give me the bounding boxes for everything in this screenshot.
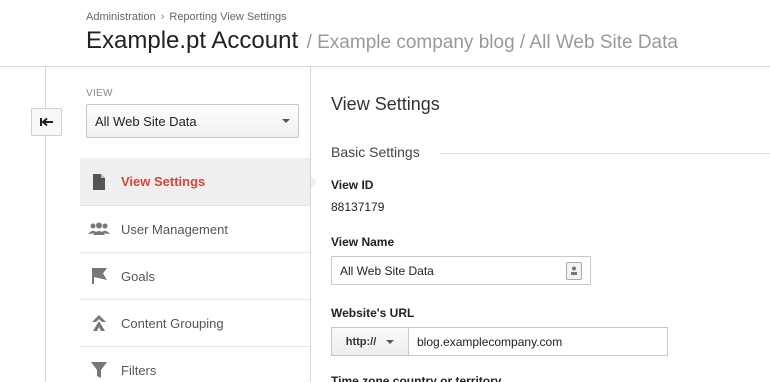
section-title: Basic Settings bbox=[331, 144, 420, 160]
breadcrumb: Administration › Reporting View Settings bbox=[86, 11, 287, 23]
back-arrow-icon bbox=[39, 117, 53, 127]
sidebar-item-label: Filters bbox=[121, 362, 157, 378]
view-name-value: All Web Site Data bbox=[340, 263, 434, 278]
sidebar-item-content-grouping[interactable]: Content Grouping bbox=[80, 299, 310, 346]
property-view-path: / Example company blog / All Web Site Da… bbox=[306, 32, 678, 53]
view-select-dropdown[interactable]: All Web Site Data bbox=[86, 104, 299, 138]
website-url-label: Website's URL bbox=[331, 306, 415, 320]
sidebar-item-label: Goals bbox=[121, 268, 155, 284]
sidebar-item-label: User Management bbox=[121, 221, 228, 237]
website-url-field[interactable]: blog.examplecompany.com bbox=[409, 327, 668, 356]
users-icon bbox=[88, 218, 110, 240]
sidebar-item-user-management[interactable]: User Management bbox=[80, 205, 310, 252]
contact-card-icon[interactable] bbox=[566, 261, 582, 280]
account-name: Example.pt Account bbox=[86, 27, 299, 54]
chevron-down-icon bbox=[282, 119, 290, 123]
view-label: VIEW bbox=[86, 88, 113, 99]
side-nav: View Settings User Management Goals Cont… bbox=[80, 158, 317, 382]
flag-icon bbox=[88, 265, 110, 287]
website-url-value: blog.examplecompany.com bbox=[417, 334, 563, 349]
back-button[interactable] bbox=[31, 108, 62, 136]
view-name-label: View Name bbox=[331, 235, 395, 249]
sidebar-item-view-settings[interactable]: View Settings bbox=[80, 158, 317, 205]
content-divider bbox=[310, 67, 311, 382]
page-title: Example.pt Account / Example company blo… bbox=[86, 27, 678, 55]
main-title: View Settings bbox=[331, 94, 440, 114]
filter-icon bbox=[88, 359, 110, 381]
content-grouping-icon bbox=[88, 312, 110, 334]
view-id-label: View ID bbox=[331, 178, 374, 192]
sidebar-item-filters[interactable]: Filters bbox=[80, 346, 310, 382]
protocol-select-dropdown[interactable]: http:// bbox=[331, 327, 409, 356]
breadcrumb-separator: › bbox=[160, 11, 165, 23]
page-header: Administration › Reporting View Settings… bbox=[0, 0, 770, 67]
breadcrumb-reporting-view-settings[interactable]: Reporting View Settings bbox=[169, 11, 286, 23]
time-zone-label: Time zone country or territory bbox=[331, 374, 502, 382]
protocol-value: http:// bbox=[345, 335, 377, 348]
breadcrumb-administration[interactable]: Administration bbox=[86, 11, 156, 23]
sidebar-item-goals[interactable]: Goals bbox=[80, 252, 310, 299]
section-divider bbox=[440, 153, 770, 154]
document-icon bbox=[88, 171, 110, 193]
chevron-down-icon bbox=[386, 339, 395, 344]
view-name-field[interactable]: All Web Site Data bbox=[331, 256, 591, 285]
view-select-value: All Web Site Data bbox=[95, 113, 197, 129]
website-url-row: http:// blog.examplecompany.com bbox=[331, 327, 668, 356]
sidebar-item-label: Content Grouping bbox=[121, 315, 224, 331]
sidebar-item-label: View Settings bbox=[121, 174, 206, 189]
view-id-value: 88137179 bbox=[331, 200, 385, 214]
